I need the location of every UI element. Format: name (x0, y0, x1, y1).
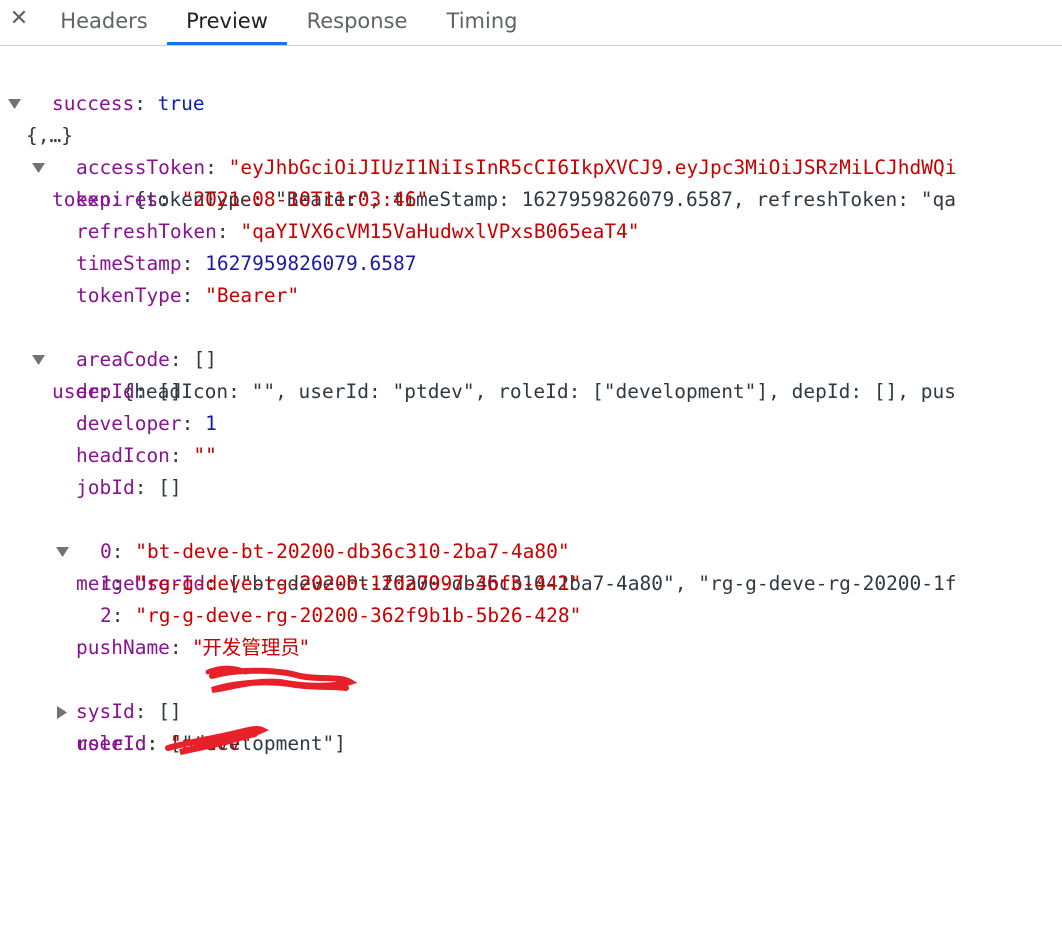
property-value: "ptdev" (169, 732, 253, 755)
array-index: 1 (100, 572, 112, 595)
property-key: headIcon (76, 444, 170, 467)
property-value: 1 (205, 412, 217, 435)
property-value: "bt-deve-bt-20200-db36c310-2ba7-4a80" (135, 540, 570, 563)
tree-row-success[interactable]: success: true (52, 88, 205, 120)
tree-row-depId[interactable]: depId: [] (76, 376, 182, 408)
tree-row-user[interactable]: user: {headIcon: "", userId: "ptdev", ro… (0, 312, 956, 403)
expand-triangle-icon[interactable] (32, 344, 46, 376)
property-key: expires (76, 188, 159, 211)
property-key: success (52, 92, 135, 115)
expand-triangle-icon[interactable] (56, 536, 70, 568)
collapsed-triangle-icon[interactable] (57, 696, 71, 728)
tab-response[interactable]: Response (294, 0, 420, 45)
property-value: "Bearer" (205, 284, 300, 307)
property-value: "2021-08-10T11:03:46" (181, 188, 429, 211)
tree-row-jobId[interactable]: jobId: [] (76, 472, 182, 504)
tree-row-token[interactable]: token: {tokenType: "Bearer", timeStamp: … (0, 120, 956, 211)
tree-row-timeStamp[interactable]: timeStamp: 1627959826079.6587 (76, 248, 416, 280)
property-value: [] (158, 700, 182, 723)
property-value: [] (158, 380, 182, 403)
property-key: pushName (76, 636, 170, 659)
property-key: accessToken (76, 156, 206, 179)
property-value: "eyJhbGciOiJIUzI1NiIsInR5cCI6IkpXVCJ9.ey… (228, 156, 957, 179)
tab-preview[interactable]: Preview (167, 0, 287, 45)
expand-triangle-icon[interactable] (8, 88, 22, 120)
property-key: depId (76, 380, 135, 403)
property-value: true (157, 92, 205, 115)
tree-row-developer[interactable]: developer: 1 (76, 408, 217, 440)
property-key: userId (76, 732, 147, 755)
json-preview-tree: {,…} success: true token: {tokenType: "B… (0, 46, 1062, 943)
property-value: "rg-g-deve-rg-20200-1fda7997-4bfb-441" (135, 572, 582, 595)
tree-row-merge-2[interactable]: 2: "rg-g-deve-rg-20200-362f9b1b-5b26-428… (100, 600, 581, 632)
property-value: [] (193, 348, 217, 371)
tree-row-mergeUserId[interactable]: mergeUserId: ["bt-deve-bt-20200-db36c310… (0, 504, 957, 595)
property-key: tokenType (76, 284, 182, 307)
tree-root-row[interactable]: {,…} (0, 56, 73, 147)
property-value: "" (193, 444, 217, 467)
array-index: 0 (100, 540, 112, 563)
property-key: areaCode (76, 348, 170, 371)
tree-row-tokenType[interactable]: tokenType: "Bearer" (76, 280, 299, 312)
tab-headers[interactable]: Headers (48, 0, 160, 45)
tree-row-sysId[interactable]: sysId: [] (76, 696, 182, 728)
property-value: "开发管理员" (193, 636, 309, 659)
property-value: "rg-g-deve-rg-20200-362f9b1b-5b26-428" (135, 604, 582, 627)
tree-row-userId[interactable]: userId: "ptdev" (76, 728, 252, 760)
tree-row-merge-0[interactable]: 0: "bt-deve-bt-20200-db36c310-2ba7-4a80" (100, 536, 570, 568)
property-value: 1627959826079.6587 (205, 252, 417, 275)
tree-row-merge-1[interactable]: 1: "rg-g-deve-rg-20200-1fda7997-4bfb-441… (100, 568, 581, 600)
tree-row-roleId[interactable]: roleId: ["development"] (0, 664, 346, 755)
expand-triangle-icon[interactable] (32, 152, 46, 184)
object-summary: {headIcon: "", userId: "ptdev", roleId: … (122, 380, 956, 403)
tree-row-pushName[interactable]: pushName: "开发管理员" (76, 632, 309, 664)
property-key: jobId (76, 476, 135, 499)
tree-row-headIcon[interactable]: headIcon: "" (76, 440, 217, 472)
property-value: [] (158, 476, 182, 499)
property-key: timeStamp (76, 252, 182, 275)
tree-row-areaCode[interactable]: areaCode: [] (76, 344, 217, 376)
property-key: developer (76, 412, 182, 435)
property-value: "qaYIVX6cVM15VaHudwxlVPxsB065eaT4" (240, 220, 640, 243)
property-key: refreshToken (76, 220, 217, 243)
tree-row-expires[interactable]: expires: "2021-08-10T11:03:46" (76, 184, 428, 216)
array-index: 2 (100, 604, 112, 627)
close-icon[interactable]: ✕ (9, 7, 29, 31)
tab-timing[interactable]: Timing (432, 0, 532, 45)
tab-bar: ✕ Headers Preview Response Timing (0, 0, 1062, 46)
tree-row-accessToken[interactable]: accessToken: "eyJhbGciOiJIUzI1NiIsInR5cC… (76, 152, 957, 184)
tree-row-refreshToken[interactable]: refreshToken: "qaYIVX6cVM15VaHudwxlVPxsB… (76, 216, 640, 248)
property-key: sysId (76, 700, 135, 723)
